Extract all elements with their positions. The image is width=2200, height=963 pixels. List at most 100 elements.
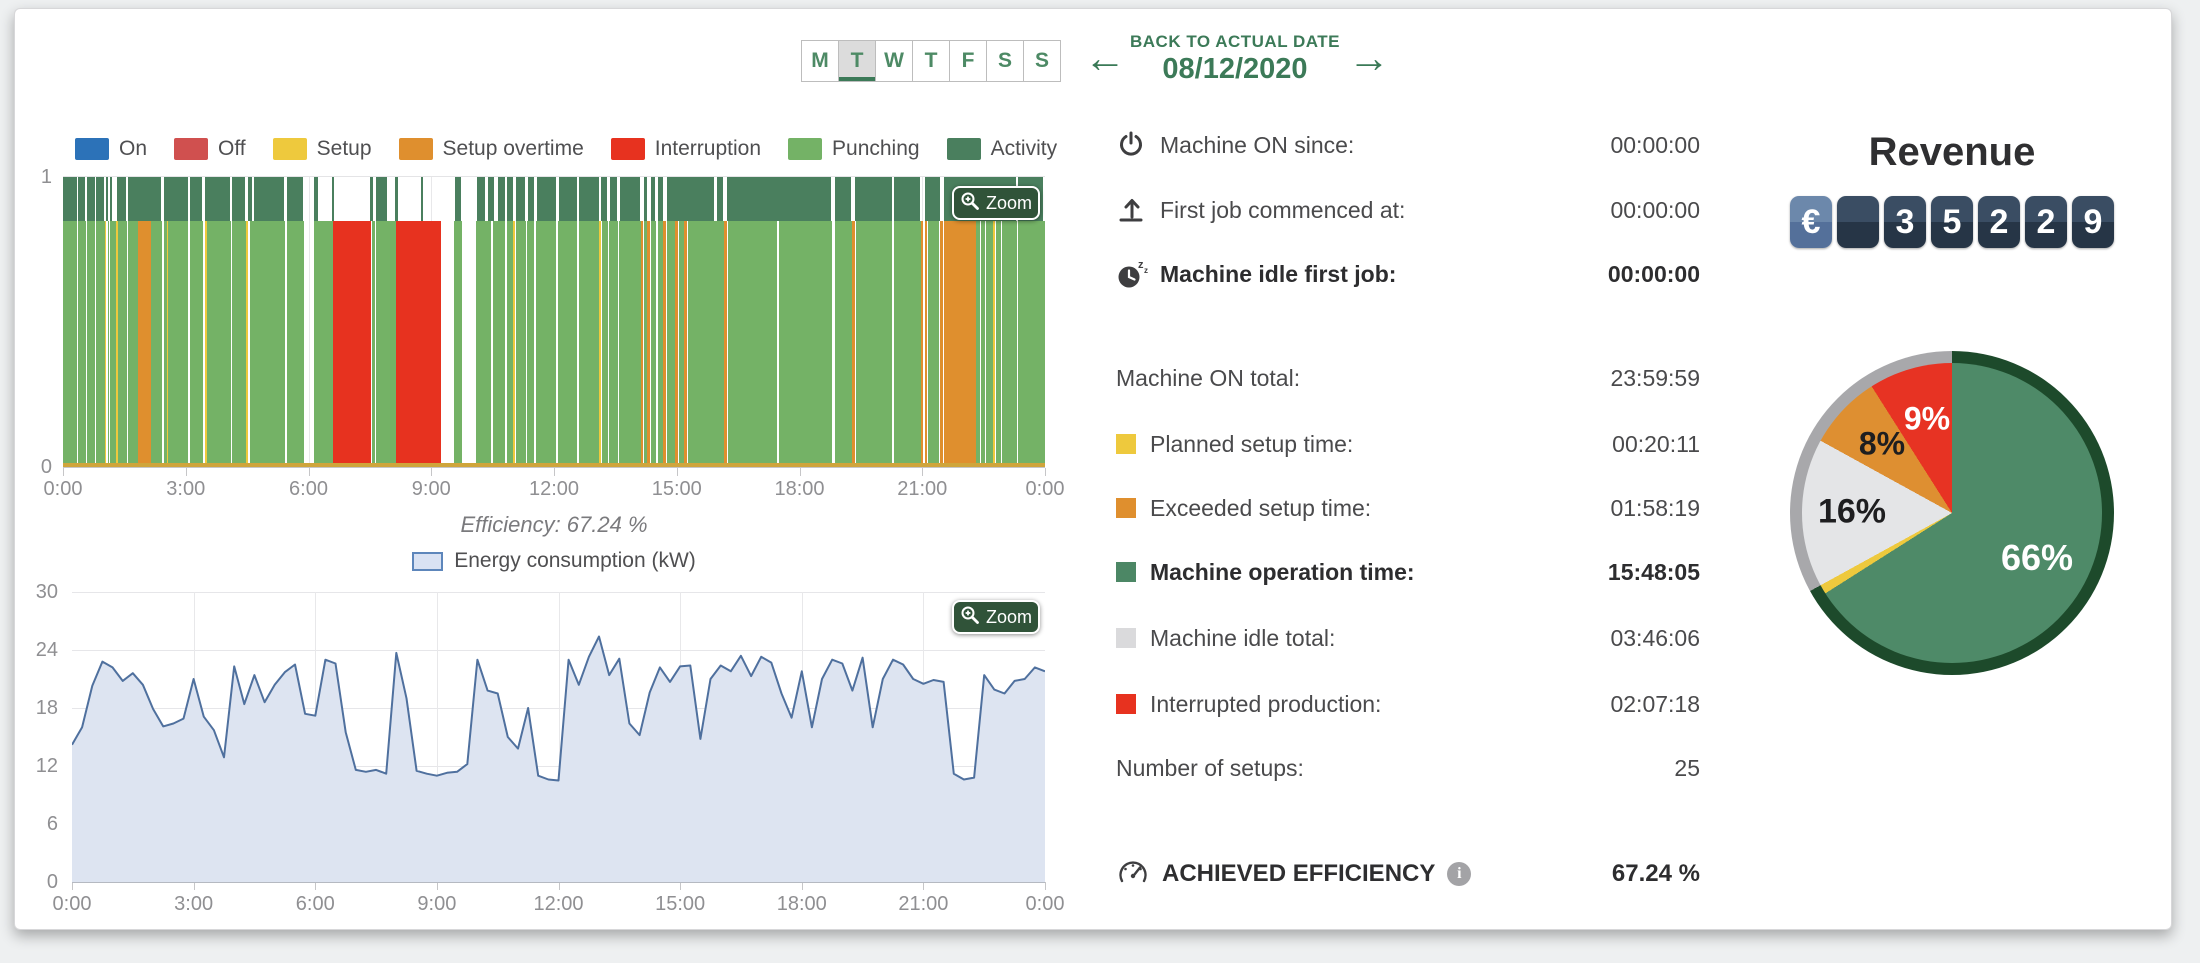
timeline-segment-interruption [396, 221, 441, 464]
legend-label-off: Off [218, 137, 246, 161]
stat-swatch-setup [1116, 434, 1136, 454]
timeline-segment-punching [835, 221, 852, 464]
stat-value: 25 [1674, 755, 1700, 782]
day-cell-2[interactable]: W [875, 40, 913, 82]
day-cell-3[interactable]: T [912, 40, 950, 82]
activity-segment [248, 177, 252, 221]
power-icon [1116, 130, 1160, 160]
timeline-zoom-button[interactable]: Zoom [952, 186, 1040, 220]
stat-value: 00:00:00 [1608, 261, 1700, 288]
energy-zoom-label: Zoom [986, 607, 1032, 628]
achieved-efficiency-row: ACHIEVED EFFICIENCY i 67.24 % [1116, 852, 1700, 896]
energy-legend-label: Energy consumption (kW) [454, 549, 696, 573]
day-cell-6[interactable]: S [1023, 40, 1061, 82]
stat-swatch-setup_overtime [1116, 498, 1136, 518]
axis-tick [437, 882, 438, 890]
stat-label: Planned setup time: [1150, 431, 1612, 458]
stat-swatch-interruption [1116, 694, 1136, 714]
activity-segment [477, 177, 485, 221]
back-to-actual-date[interactable]: BACK TO ACTUAL DATE 08/12/2020 [1126, 32, 1344, 86]
stat-swatch-activity_swatch [1116, 562, 1136, 582]
weekday-selector: MTWTFSS [802, 40, 1061, 82]
stat-value: 02:07:18 [1610, 691, 1700, 718]
timeline-segment-setup_overtime [852, 221, 855, 464]
legend-swatch-off [174, 138, 208, 160]
achieved-efficiency-value: 67.24 % [1612, 860, 1700, 888]
activity-segment [658, 177, 663, 221]
stat-row: zzMachine idle first job:00:00:00 [1116, 253, 1700, 295]
activity-segment [559, 177, 577, 221]
timeline-segment-punching [118, 221, 127, 464]
timeline-segment-setup_overtime [138, 221, 152, 464]
activity-segment [128, 177, 161, 221]
legend-item-punching: Punching [788, 137, 920, 161]
legend-item-off: Off [174, 137, 246, 161]
timeline-legend: OnOffSetupSetup overtimeInterruptionPunc… [75, 137, 1084, 161]
timeline-segment-punching [190, 221, 204, 464]
legend-label-punching: Punching [832, 137, 920, 161]
axis-tick [800, 468, 801, 476]
activity-segment [117, 177, 126, 221]
activity-segment [332, 177, 334, 221]
time-distribution-pie-chart: 66%16%8%9% [1790, 351, 2114, 675]
x-tick-label: 15:00 [645, 478, 709, 501]
day-cell-5[interactable]: S [986, 40, 1024, 82]
timeline-segment-punching [976, 221, 979, 464]
first-job-icon [1116, 195, 1160, 225]
activity-segment [232, 177, 245, 221]
axis-tick [1045, 882, 1046, 890]
next-day-arrow-icon[interactable]: → [1346, 34, 1392, 82]
activity-segment [498, 177, 505, 221]
timeline-segment-punching [609, 221, 618, 464]
stat-row: Planned setup time:00:20:11 [1116, 423, 1700, 465]
x-tick-label: 3:00 [154, 478, 218, 501]
axis-tick [72, 882, 73, 890]
legend-swatch-on [75, 138, 109, 160]
activity-segment [835, 177, 851, 221]
y-tick-label: 18 [20, 697, 58, 720]
timeline-segment-setup_overtime [684, 221, 687, 464]
x-tick-label: 12:00 [527, 893, 591, 916]
previous-day-arrow-icon[interactable]: ← [1082, 34, 1128, 82]
timeline-segment-punching [1002, 221, 1017, 464]
activity-segment [894, 177, 920, 221]
activity-segment [579, 177, 598, 221]
activity-segment [610, 177, 617, 221]
axis-tick [802, 882, 803, 890]
legend-label-interruption: Interruption [655, 137, 761, 161]
pie-slice-label: 9% [1904, 401, 1950, 438]
y-tick-label: 30 [20, 581, 58, 604]
legend-swatch-setup_overtime [399, 138, 433, 160]
timeline-segment-setup_overtime [724, 221, 727, 464]
activity-segment [87, 177, 94, 221]
axis-tick [677, 468, 678, 476]
stat-row: Machine ON total:23:59:59 [1116, 357, 1700, 399]
x-tick-label: 0:00 [40, 893, 104, 916]
timeline-segment-punching [476, 221, 491, 464]
axis-tick [194, 882, 195, 890]
info-icon[interactable]: i [1447, 862, 1471, 886]
axis-tick [554, 468, 555, 476]
energy-zoom-button[interactable]: Zoom [952, 600, 1040, 634]
timeline-segment-punching [250, 221, 285, 464]
timeline-segment-punching [78, 221, 86, 464]
legend-item-activity: Activity [947, 137, 1058, 161]
x-tick-label: 0:00 [1013, 893, 1077, 916]
legend-item-interruption: Interruption [611, 137, 761, 161]
day-cell-4[interactable]: F [949, 40, 987, 82]
gauge-icon [1116, 857, 1162, 892]
stat-label: Machine ON since: [1160, 132, 1610, 159]
day-cell-0[interactable]: M [801, 40, 839, 82]
activity-segment [78, 177, 85, 221]
x-tick-label: 18:00 [770, 893, 834, 916]
activity-segment [855, 177, 891, 221]
timeline-segment-punching [779, 221, 832, 464]
timeline-segment-punching [314, 221, 333, 464]
activity-segment [395, 177, 397, 221]
revenue-digit-tile: 9 [2072, 196, 2114, 248]
day-cell-1[interactable]: T [838, 40, 876, 82]
timeline-segment-punching [232, 221, 246, 464]
axis-tick [1045, 468, 1046, 476]
timeline-segment-punching [87, 221, 95, 464]
axis-tick [309, 468, 310, 476]
